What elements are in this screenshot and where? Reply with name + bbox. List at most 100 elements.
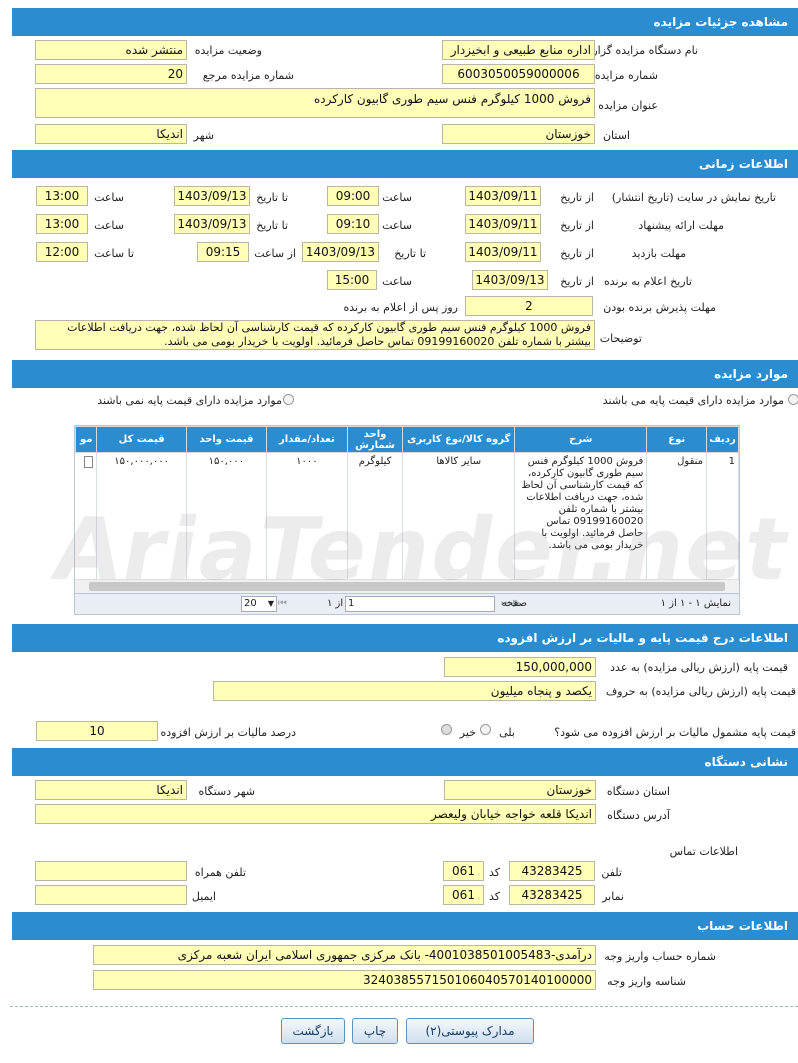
row-checkbox[interactable]: [84, 456, 94, 468]
org-province-label: استان دستگاه: [606, 785, 670, 798]
winner-time-field: 15:00: [327, 270, 377, 290]
divider: [10, 1006, 798, 1007]
offer-to-time-field: 13:00: [36, 214, 88, 234]
winner-from-label: از تاریخ: [560, 275, 594, 288]
org-city-field: اندیکا: [35, 780, 187, 800]
acc-field: درآمدی-4001038501005483- بانک مرکزی جمهو…: [93, 945, 596, 965]
grid-header-row: ردیف نوع شرح گروه کالا/نوع کاربری واحد ش…: [74, 426, 739, 453]
section-header-org: نشانی دستگاه: [12, 748, 798, 776]
org-city-label: شهر دستگاه: [198, 785, 255, 798]
vat-yes-radio[interactable]: [480, 724, 491, 735]
section-header-items: موارد مزایده: [12, 360, 798, 388]
ref-label: شماره مزایده مرجع: [202, 69, 294, 82]
has-base-radio[interactable]: [788, 394, 798, 405]
col-desc[interactable]: شرح: [514, 426, 648, 453]
display-from-time-field: 09:00: [327, 186, 379, 206]
mobile-field: [35, 861, 187, 881]
vat-pct-label: درصد مالیات بر ارزش افزوده: [160, 726, 296, 739]
no-base-radio[interactable]: [283, 394, 294, 405]
visit-to-label: تا تاریخ: [394, 247, 426, 260]
visit-to-field: 1403/09/13: [302, 242, 379, 262]
col-unit[interactable]: واحد شمارش: [346, 426, 404, 453]
accept-field: 2: [465, 296, 593, 316]
province-label: استان: [602, 129, 630, 142]
org-address-label: آدرس دستگاه: [607, 809, 670, 822]
has-base-label: موارد مزایده دارای قیمت پایه می باشند: [602, 394, 784, 407]
vat-no-label: خیر: [459, 726, 476, 739]
visit-to-time-label: تا ساعت: [94, 247, 134, 260]
col-type[interactable]: نوع: [646, 426, 708, 453]
col-qty[interactable]: تعداد/مقدار: [265, 426, 348, 453]
province-field: خوزستان: [442, 124, 595, 144]
visit-label: مهلت بازدید: [631, 247, 686, 260]
back-button[interactable]: بازگشت: [281, 1018, 345, 1044]
number-label: شماره مزایده: [594, 69, 658, 82]
vat-no-radio[interactable]: [441, 724, 452, 735]
accept-label: مهلت پذیرش برنده بودن: [603, 301, 716, 314]
col-total[interactable]: قیمت کل: [96, 426, 187, 453]
id-label: شناسه واریز وجه: [607, 975, 686, 988]
print-button[interactable]: چاپ: [352, 1018, 398, 1044]
vat-yes-label: بلی: [499, 726, 515, 739]
fax-code-field: 061: [443, 885, 484, 905]
visit-from-field: 1403/09/11: [465, 242, 541, 262]
display-from-field: 1403/09/11: [465, 186, 541, 206]
display-time-label: ساعت: [382, 191, 412, 204]
col-unit-price[interactable]: قیمت واحد: [185, 426, 267, 453]
base-num-field: 150,000,000: [444, 657, 596, 677]
org-field: اداره منابع طبیعی و ابخیزدار: [442, 40, 595, 60]
base-num-label: قیمت پایه (ارزش ریالی مزایده) به عدد: [610, 661, 788, 674]
vat-question: قیمت پایه مشمول مالیات بر ارزش افزوده می…: [554, 726, 796, 739]
section-header-account: اطلاعات حساب: [12, 912, 798, 940]
title-label: عنوان مزایده: [598, 99, 658, 112]
fax-field: 43283425: [509, 885, 595, 905]
offer-time-label: ساعت: [382, 219, 412, 232]
fax-code-label: کد: [488, 890, 500, 903]
fax-label: نمابر: [602, 890, 624, 903]
offer-label: مهلت ارائه پیشنهاد: [638, 219, 724, 232]
section-header-pricing: اطلاعات درج قیمت پایه و مالیات بر ارزش ا…: [12, 624, 798, 652]
offer-to-time-label: ساعت: [94, 219, 124, 232]
base-word-label: قیمت پایه (ارزش ریالی مزایده) به حروف: [605, 685, 796, 698]
winner-label: تاریخ اعلام به برنده: [603, 275, 692, 288]
phone-code-field: 061: [443, 861, 484, 881]
display-from-label: از تاریخ: [560, 191, 594, 204]
phone-code-label: کد: [488, 866, 500, 879]
watermark-logo: AriaTender.net: [46, 500, 798, 600]
city-field: اندیکا: [35, 124, 187, 144]
attachments-button[interactable]: مدارک پیوستی(۲): [406, 1018, 534, 1044]
col-more[interactable]: مو: [74, 426, 98, 453]
col-group[interactable]: گروه کالا/نوع کاربری: [402, 426, 516, 453]
number-field: 6003050059000006: [442, 64, 595, 84]
display-to-time-label: ساعت: [94, 191, 124, 204]
acc-label: شماره حساب واریز وجه: [604, 950, 716, 963]
email-field: [35, 885, 187, 905]
winner-time-label: ساعت: [382, 275, 412, 288]
id-field: 324038557150106040570140100000: [93, 970, 596, 990]
city-label: شهر: [193, 129, 214, 142]
offer-from-label: از تاریخ: [560, 219, 594, 232]
display-to-field: 1403/09/13: [174, 186, 250, 206]
visit-to-time-field: 12:00: [36, 242, 88, 262]
title-field: فروش 1000 کیلوگرم فنس سیم طوری گابیون کا…: [35, 88, 595, 118]
offer-from-field: 1403/09/11: [465, 214, 541, 234]
visit-from-time-label: از ساعت: [254, 247, 296, 260]
col-index[interactable]: ردیف: [706, 426, 739, 453]
visit-from-time-field: 09:15: [197, 242, 249, 262]
base-word-field: یکصد و پنجاه میلیون: [213, 681, 596, 701]
email-label: ایمیل: [191, 890, 216, 903]
phone-field: 43283425: [509, 861, 595, 881]
display-to-label: تا تاریخ: [256, 191, 288, 204]
display-to-time-field: 13:00: [36, 186, 88, 206]
status-field: منتشر شده: [35, 40, 187, 60]
offer-to-field: 1403/09/13: [174, 214, 250, 234]
ref-field: 20: [35, 64, 187, 84]
no-base-label: موارد مزایده دارای قیمت پایه نمی باشند: [97, 394, 282, 407]
visit-from-label: از تاریخ: [560, 247, 594, 260]
desc-label: توضیحات: [599, 332, 642, 345]
winner-from-field: 1403/09/13: [472, 270, 548, 290]
phone-label: تلفن: [601, 866, 622, 879]
vat-pct-field: 10: [36, 721, 158, 741]
org-address-field: اندیکا قلعه خواجه خیابان ولیعصر: [35, 804, 596, 824]
offer-from-time-field: 09:10: [327, 214, 379, 234]
